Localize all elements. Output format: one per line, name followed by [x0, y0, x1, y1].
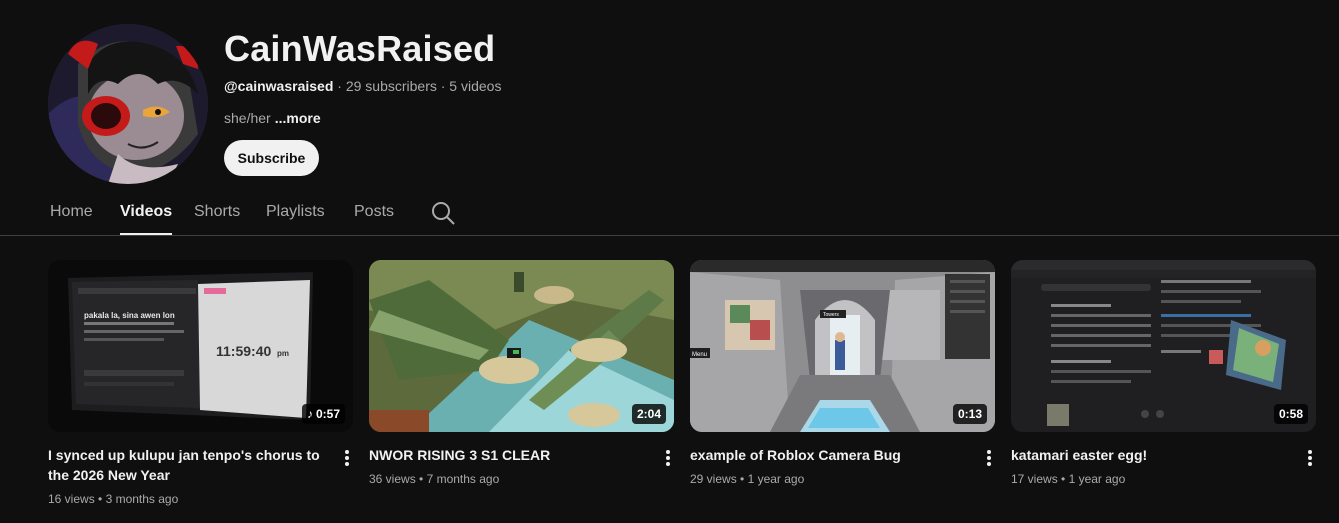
- video-meta: 29 views • 1 year ago: [690, 472, 805, 486]
- video-title[interactable]: katamari easter egg!: [1011, 445, 1291, 465]
- game-tower-label: Towers: [823, 312, 839, 318]
- channel-description: she/her ...more: [224, 110, 321, 126]
- duration-badge: 2:04: [631, 404, 666, 424]
- search-icon[interactable]: [430, 200, 456, 226]
- tab-videos[interactable]: Videos: [120, 203, 173, 235]
- video-meta: 36 views • 7 months ago: [369, 472, 500, 486]
- short-note-icon: ♪: [306, 407, 313, 421]
- video-thumbnail[interactable]: 0:58: [1011, 260, 1316, 432]
- duration-text: 0:57: [315, 407, 340, 421]
- upload-age: 3 months ago: [105, 492, 179, 506]
- upload-age: 7 months ago: [426, 472, 500, 486]
- view-count: 29 views: [690, 472, 737, 486]
- tab-shorts[interactable]: Shorts: [194, 203, 240, 221]
- video-title[interactable]: NWOR RISING 3 S1 CLEAR: [369, 445, 649, 465]
- duration-text: 0:13: [957, 407, 982, 421]
- channel-avatar[interactable]: [48, 24, 208, 184]
- video-title[interactable]: I synced up kulupu jan tenpo's chorus to…: [48, 445, 328, 485]
- video-meta: 17 views • 1 year ago: [1011, 472, 1126, 486]
- channel-handle: @cainwasraised: [224, 78, 334, 94]
- tab-home[interactable]: Home: [50, 203, 93, 221]
- duration-text: 2:04: [636, 407, 661, 421]
- description-text: she/her: [224, 110, 271, 126]
- view-count: 16 views: [48, 492, 95, 506]
- video-card: Menu Towers 0:13 example of Roblox Camer…: [690, 260, 995, 486]
- more-actions-icon[interactable]: [662, 448, 674, 468]
- thumbnail-image: Menu Towers: [690, 260, 995, 432]
- channel-name: CainWasRaised: [224, 28, 496, 69]
- channel-tabs: Home Videos Shorts Playlists Posts: [0, 192, 1339, 236]
- thumbnail-image: [369, 260, 674, 432]
- view-count: 36 views: [369, 472, 416, 486]
- screen-clock: 11:59:40: [216, 343, 271, 359]
- subscribe-button[interactable]: Subscribe: [224, 140, 319, 176]
- video-meta: 16 views • 3 months ago: [48, 492, 179, 506]
- video-card: 2:04 NWOR RISING 3 S1 CLEAR 36 views • 7…: [369, 260, 674, 486]
- upload-age: 1 year ago: [1068, 472, 1126, 486]
- video-thumbnail[interactable]: Menu Towers 0:13: [690, 260, 995, 432]
- more-actions-icon[interactable]: [341, 448, 353, 468]
- upload-age: 1 year ago: [747, 472, 805, 486]
- thumbnail-image: [1011, 260, 1316, 432]
- tab-playlists[interactable]: Playlists: [266, 203, 325, 221]
- duration-badge: 0:13: [952, 404, 987, 424]
- channel-meta: @cainwasraised · 29 subscribers · 5 vide…: [224, 78, 501, 94]
- game-menu-label: Menu: [692, 352, 707, 358]
- tab-posts[interactable]: Posts: [354, 203, 394, 221]
- channel-stats: · 29 subscribers · 5 videos: [333, 78, 502, 94]
- video-thumbnail[interactable]: 2:04: [369, 260, 674, 432]
- video-card: pakala la, sina awen lon 11:59:40 pm ♪ 0:…: [48, 260, 353, 506]
- screen-clock-suffix: pm: [277, 349, 289, 358]
- video-thumbnail[interactable]: pakala la, sina awen lon 11:59:40 pm ♪ 0:…: [48, 260, 353, 432]
- screen-heading: pakala la, sina awen lon: [84, 311, 175, 320]
- more-link[interactable]: ...more: [275, 110, 321, 126]
- view-count: 17 views: [1011, 472, 1058, 486]
- video-card: 0:58 katamari easter egg! 17 views • 1 y…: [1011, 260, 1316, 486]
- duration-badge: ♪ 0:57: [301, 404, 345, 424]
- duration-badge: 0:58: [1273, 404, 1308, 424]
- video-title[interactable]: example of Roblox Camera Bug: [690, 445, 970, 465]
- duration-text: 0:58: [1278, 407, 1303, 421]
- more-actions-icon[interactable]: [1304, 448, 1316, 468]
- more-actions-icon[interactable]: [983, 448, 995, 468]
